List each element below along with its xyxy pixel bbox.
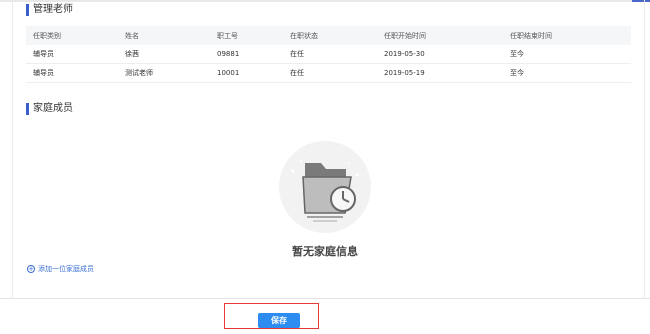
cell-end-date: 至今 xyxy=(510,50,524,58)
table-row: 辅导员 徐茜 09881 在任 2019-05-30 至今 xyxy=(26,45,631,64)
column-header-staff-id: 职工号 xyxy=(217,31,238,40)
cell-staff-id: 10001 xyxy=(217,69,240,77)
cell-start-date: 2019-05-30 xyxy=(384,50,425,58)
teachers-section-title: 管理老师 xyxy=(26,4,73,16)
cell-staff-id: 09881 xyxy=(217,50,240,58)
column-header-role: 任职类别 xyxy=(33,31,61,40)
cell-status: 在任 xyxy=(290,69,304,77)
cell-role: 辅导员 xyxy=(33,50,54,58)
family-section-title: 家庭成员 xyxy=(26,103,73,115)
empty-folder-clock-icon xyxy=(279,141,371,233)
column-header-name: 姓名 xyxy=(125,31,139,40)
top-divider xyxy=(0,0,650,2)
column-header-status: 在职状态 xyxy=(290,31,318,40)
table-row: 辅导员 测试老师 10001 在任 2019-05-19 至今 xyxy=(26,64,631,83)
cell-name: 测试老师 xyxy=(125,69,153,77)
top-accent xyxy=(632,0,650,2)
teachers-table: 任职类别 姓名 职工号 在职状态 任职开始时间 任职结束时间 辅导员 徐茜 09… xyxy=(26,26,631,83)
footer-divider xyxy=(0,298,650,299)
column-header-end-date: 任职结束时间 xyxy=(510,31,552,40)
column-header-start-date: 任职开始时间 xyxy=(384,31,426,40)
left-border xyxy=(12,0,13,298)
add-family-member-label: 添加一位家庭成员 xyxy=(38,265,94,273)
add-family-member-link[interactable]: + 添加一位家庭成员 xyxy=(27,264,94,274)
cell-end-date: 至今 xyxy=(510,69,524,77)
right-border xyxy=(644,0,645,298)
table-header-row: 任职类别 姓名 职工号 在职状态 任职开始时间 任职结束时间 xyxy=(26,26,631,45)
page: 管理老师 任职类别 姓名 职工号 在职状态 任职开始时间 任职结束时间 辅导员 … xyxy=(0,0,650,334)
plus-circle-icon: + xyxy=(27,264,35,273)
cell-status: 在任 xyxy=(290,50,304,58)
empty-state-text: 暂无家庭信息 xyxy=(292,245,358,258)
save-button[interactable]: 保存 xyxy=(258,313,300,328)
cell-name: 徐茜 xyxy=(125,50,139,58)
cell-role: 辅导员 xyxy=(33,69,54,77)
cell-start-date: 2019-05-19 xyxy=(384,69,425,77)
